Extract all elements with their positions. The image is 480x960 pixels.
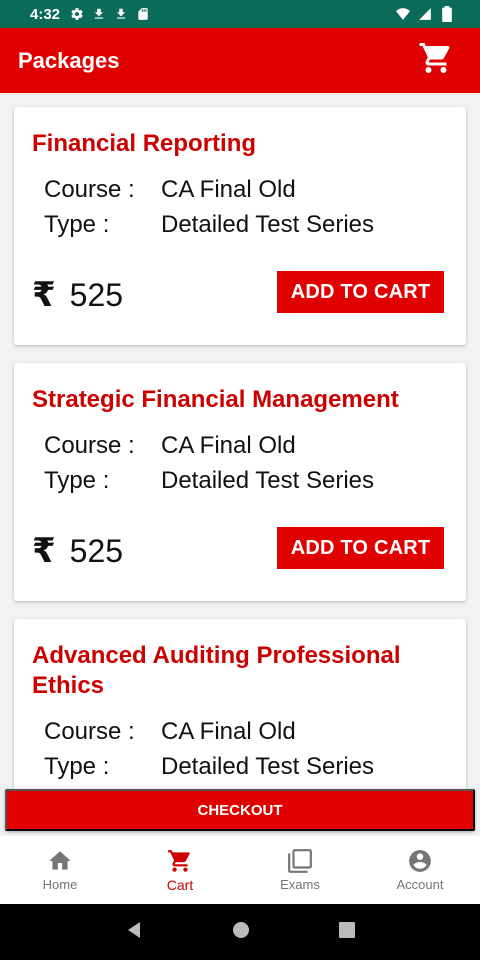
course-row: Course : CA Final Old (44, 175, 296, 205)
package-card: Financial Reporting Course : CA Final Old… (14, 107, 466, 345)
type-row: Type : Detailed Test Series (44, 752, 374, 782)
nav-item-cart[interactable]: Cart (120, 836, 240, 904)
course-row: Course : CA Final Old (44, 717, 296, 747)
rupee-icon: ₹ (32, 532, 56, 570)
nav-item-exams[interactable]: Exams (240, 836, 360, 904)
system-nav-bar (0, 904, 480, 960)
download-icon (114, 7, 128, 21)
home-icon (47, 848, 73, 874)
nav-item-home[interactable]: Home (0, 836, 120, 904)
recents-icon[interactable] (338, 921, 356, 944)
back-icon[interactable] (124, 920, 144, 945)
type-row: Type : Detailed Test Series (44, 466, 374, 496)
type-row: Type : Detailed Test Series (44, 210, 374, 240)
price-value: 525 (69, 276, 124, 313)
package-list: Financial Reporting Course : CA Final Old… (0, 93, 480, 789)
course-value: CA Final Old (161, 432, 296, 459)
signal-icon (418, 7, 432, 21)
bottom-nav: Home Cart Exams Account (0, 836, 480, 904)
nav-item-account[interactable]: Account (360, 836, 480, 904)
status-time: 4:32 (30, 5, 61, 23)
add-to-cart-button[interactable]: ADD TO CART (277, 527, 444, 569)
nav-label: Account (396, 877, 444, 892)
type-value: Detailed Test Series (161, 753, 374, 780)
rupee-icon: ₹ (32, 276, 56, 314)
type-label: Type : (44, 753, 110, 780)
add-to-cart-button[interactable]: ADD TO CART (277, 271, 444, 313)
type-label: Type : (44, 467, 110, 494)
nav-label: Exams (280, 877, 320, 892)
page-title: Packages (18, 47, 120, 73)
package-title: Strategic Financial Management (32, 386, 399, 413)
course-label: Course : (44, 176, 135, 203)
sd-card-icon (136, 7, 150, 21)
price: ₹ 525 (32, 275, 123, 315)
course-value: CA Final Old (161, 176, 296, 203)
package-title: Financial Reporting (32, 130, 257, 157)
battery-icon (440, 6, 454, 22)
nav-label: Cart (166, 876, 194, 893)
wifi-icon (396, 7, 410, 21)
type-value: Detailed Test Series (161, 211, 374, 238)
cart-button[interactable] (416, 41, 456, 81)
cart-icon (167, 848, 193, 874)
status-bar: 4:32 (0, 0, 480, 28)
package-card: Strategic Financial Management Course :C… (14, 363, 466, 601)
package-title: Advanced Auditing Professional Ethics (32, 642, 401, 699)
type-label: Type : (44, 211, 110, 238)
course-label: Course : (44, 432, 135, 459)
price-value: 525 (69, 532, 124, 569)
exams-icon (287, 848, 313, 874)
home-circle-icon[interactable] (231, 920, 251, 945)
gear-icon (70, 7, 84, 21)
price: ₹ 525 (32, 531, 123, 571)
account-icon (407, 848, 433, 874)
nav-label: Home (42, 877, 78, 892)
cart-icon (418, 40, 454, 81)
course-value: CA Final Old (161, 718, 296, 745)
download-icon (92, 7, 106, 21)
app-bar: Packages (0, 28, 480, 93)
type-value: Detailed Test Series (161, 467, 374, 494)
course-label: Course : (44, 718, 135, 745)
checkout-button[interactable]: CHECKOUT (5, 789, 475, 831)
course-row: Course : CA Final Old (44, 431, 296, 461)
package-card: Advanced Auditing Professional Ethics Co… (14, 619, 466, 789)
